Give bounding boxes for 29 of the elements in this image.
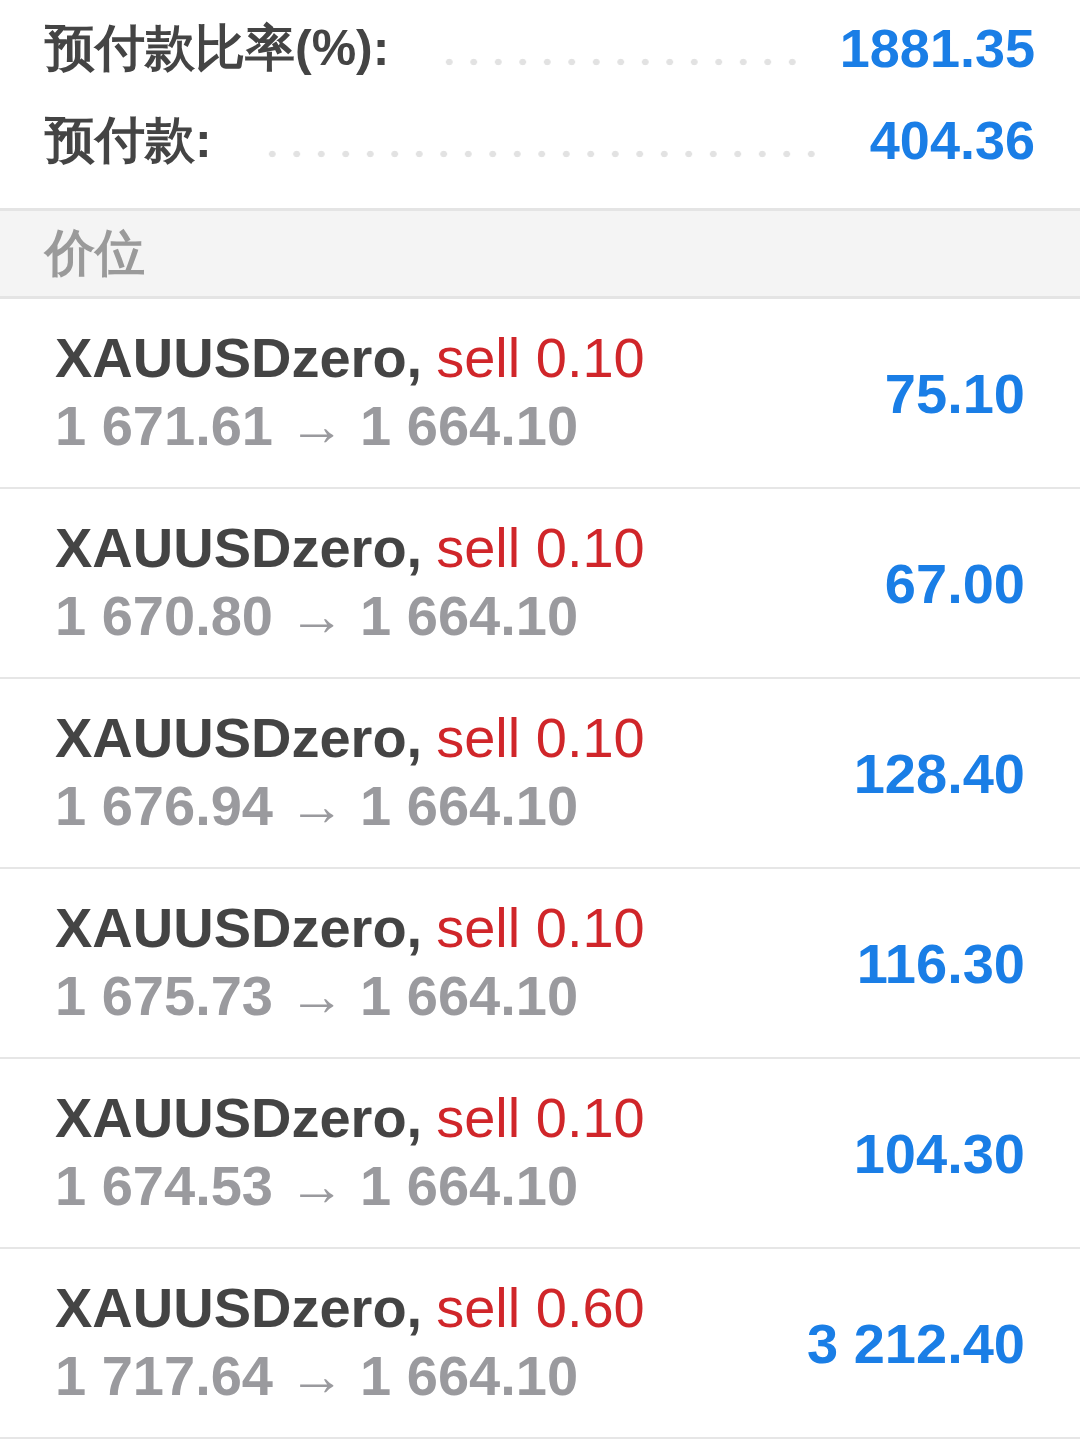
summary-value: 1881.35 bbox=[839, 17, 1035, 79]
symbol-name: XAUUSDzero, bbox=[55, 1275, 423, 1341]
symbol-name: XAUUSDzero, bbox=[55, 1085, 423, 1151]
trade-side: sell 0.60 bbox=[436, 1275, 645, 1341]
price-change: 1 676.94 → 1 664.10 bbox=[55, 773, 580, 839]
profit-value: 116.30 bbox=[856, 930, 1025, 996]
symbol-name: XAUUSDzero, bbox=[55, 895, 423, 961]
trade-side: sell 0.10 bbox=[436, 515, 645, 581]
trade-side: sell 0.10 bbox=[436, 895, 645, 961]
profit-value: 67.00 bbox=[884, 550, 1025, 616]
symbol-name: XAUUSDzero, bbox=[55, 705, 423, 771]
profit-value: 104.30 bbox=[853, 1120, 1025, 1186]
price-change: 1 675.73 → 1 664.10 bbox=[55, 963, 580, 1029]
symbol-name: XAUUSDzero, bbox=[55, 325, 423, 391]
price-change: 1 671.61 → 1 664.10 bbox=[55, 393, 580, 459]
summary-label: 预付款比率(%): bbox=[45, 18, 390, 78]
symbol-name: XAUUSDzero, bbox=[55, 515, 423, 581]
trade-side: sell 0.10 bbox=[436, 325, 645, 391]
summary-label: 预付款: bbox=[45, 110, 212, 170]
profit-value: 75.10 bbox=[884, 360, 1025, 426]
profit-value: 3 212.40 bbox=[807, 1310, 1025, 1376]
summary-value: 404.36 bbox=[869, 109, 1035, 171]
profit-value: 128.40 bbox=[853, 740, 1025, 806]
price-change: 1 674.53 → 1 664.10 bbox=[55, 1153, 580, 1219]
price-change: 1 670.80 → 1 664.10 bbox=[55, 583, 580, 649]
trade-side: sell 0.10 bbox=[436, 1085, 645, 1151]
trade-side: sell 0.10 bbox=[436, 705, 645, 771]
section-header: 价位 bbox=[0, 211, 1080, 299]
price-change: 1 717.64 → 1 664.10 bbox=[55, 1343, 580, 1409]
